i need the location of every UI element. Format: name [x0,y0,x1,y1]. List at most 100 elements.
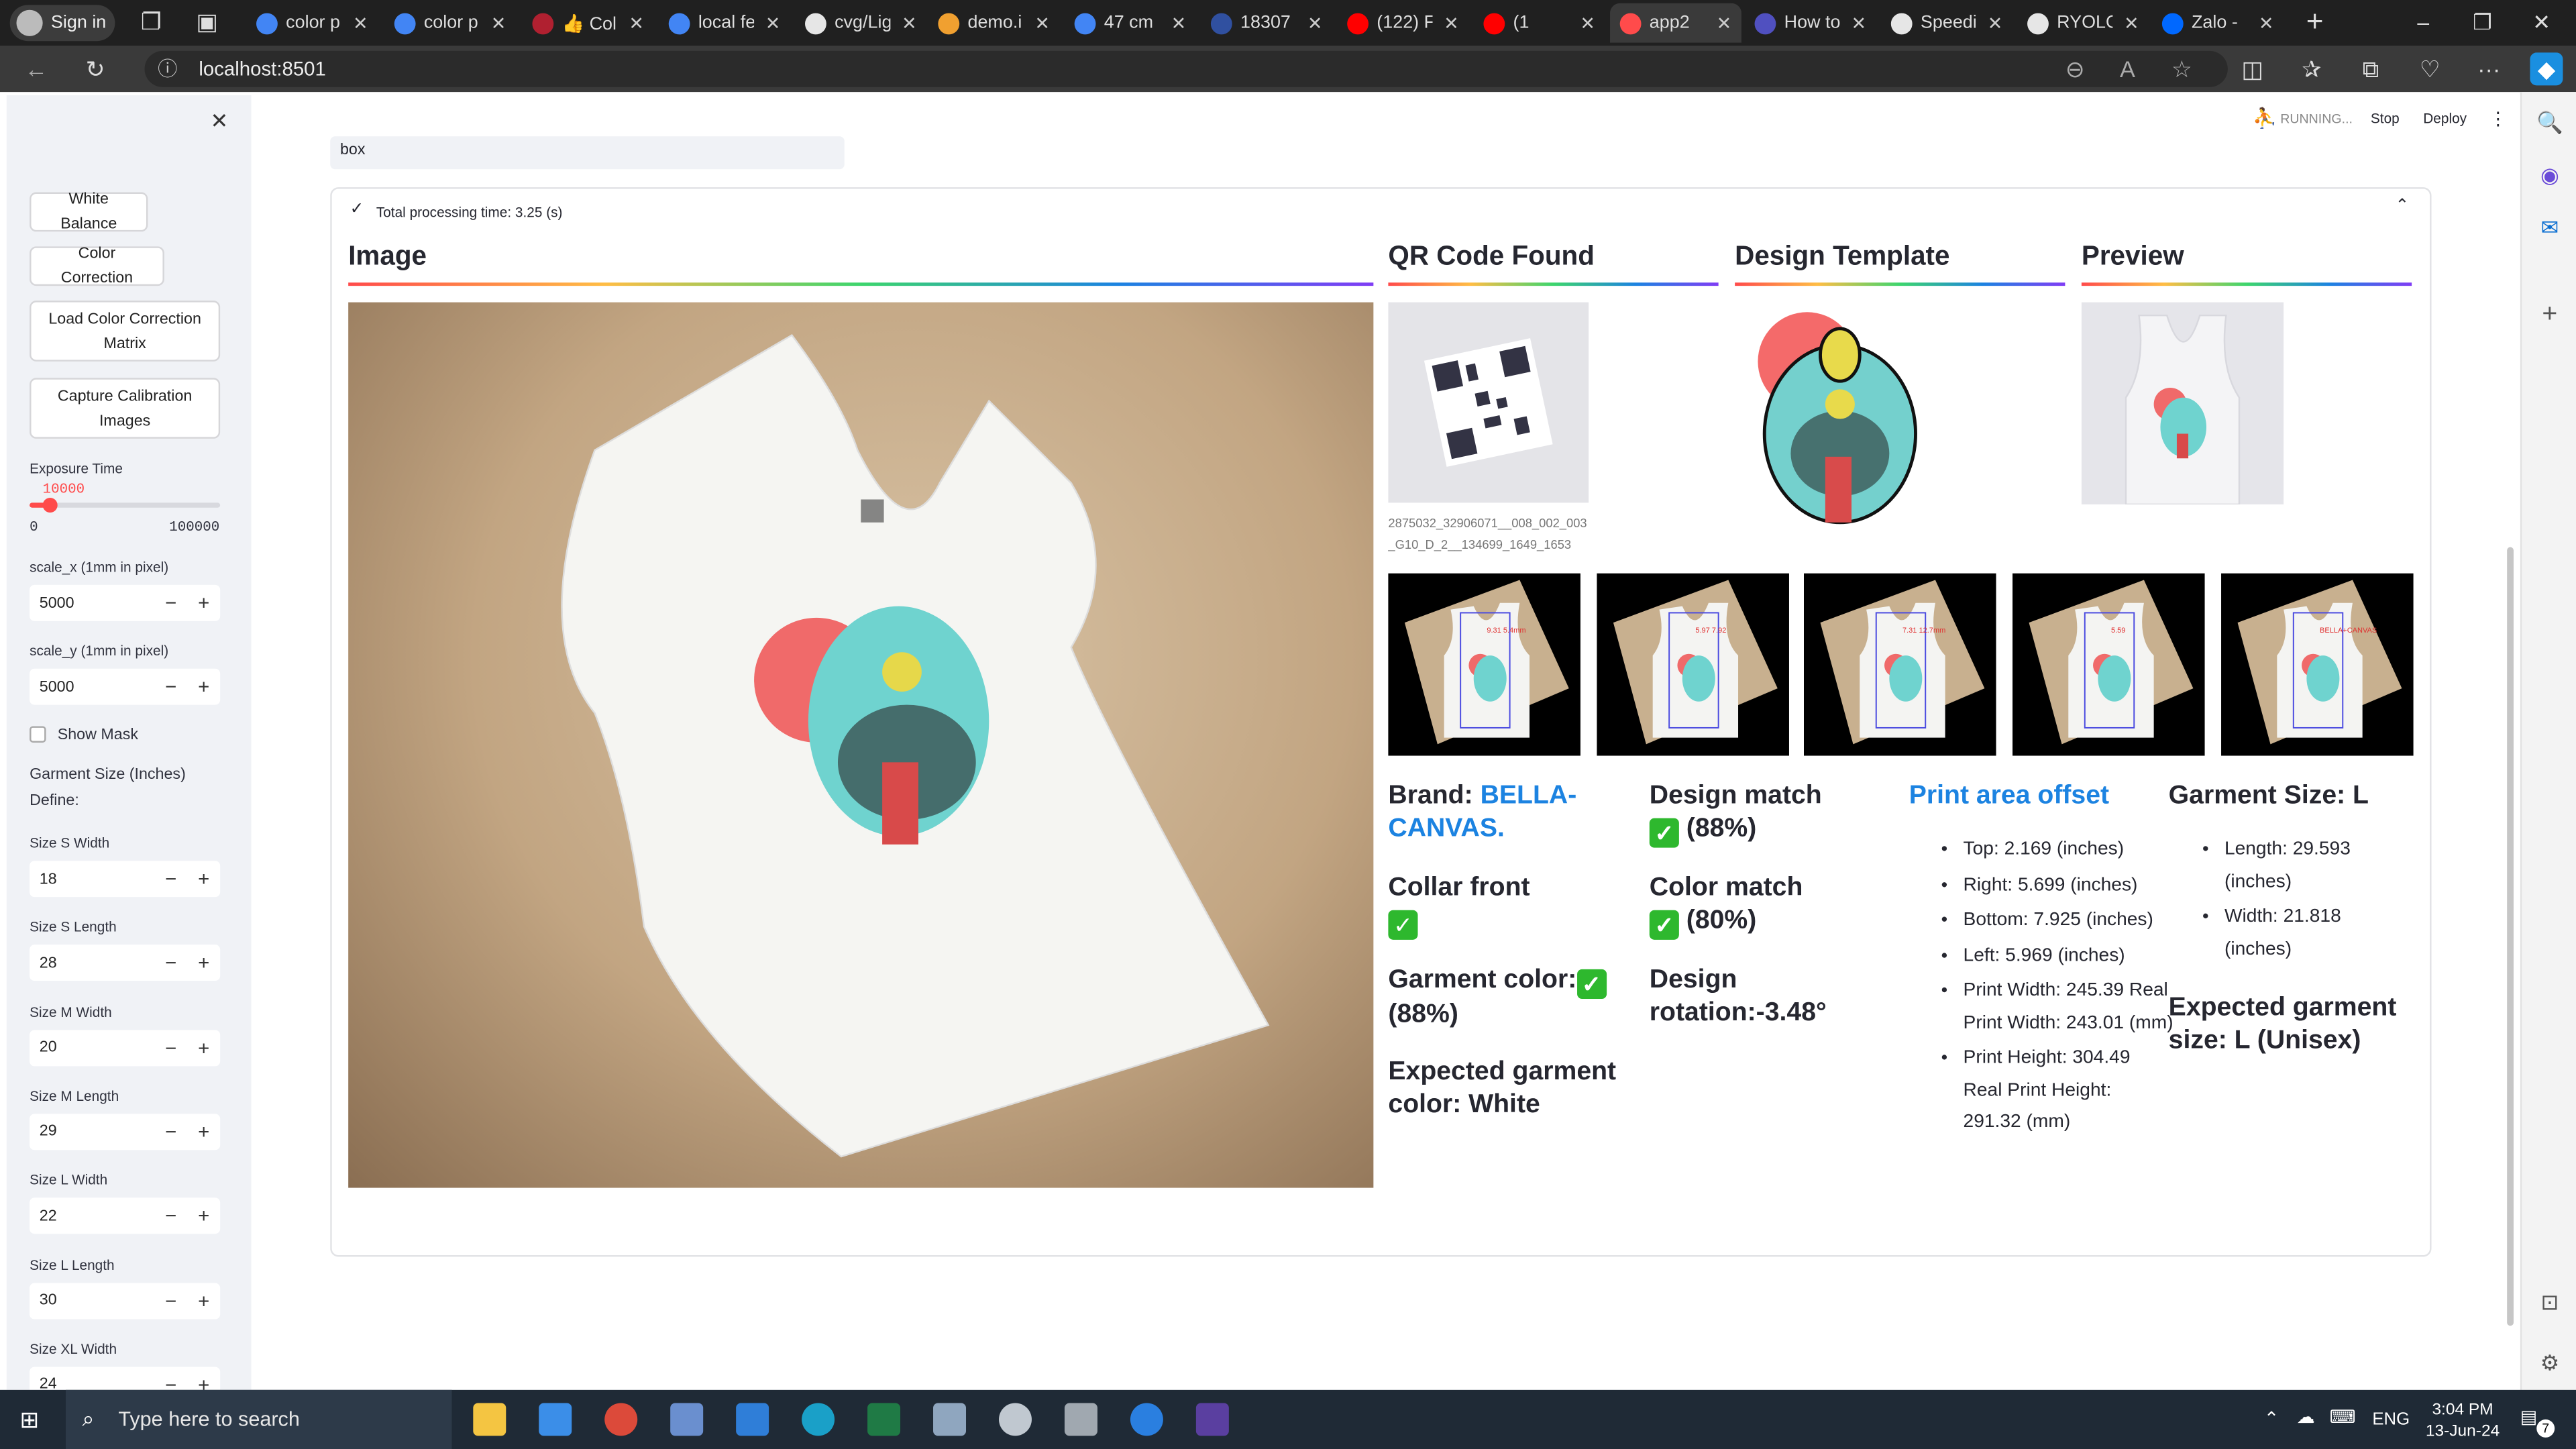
close-window-icon[interactable]: ✕ [2509,5,2575,41]
scale-y-value[interactable]: 5000 [30,678,154,696]
capture-calibration-images-button[interactable]: Capture Calibration Images [30,378,221,439]
tab-close-icon[interactable]: ✕ [1717,12,1732,34]
browser-essentials-icon[interactable]: ♡ [2414,52,2447,85]
language-indicator[interactable]: ENG [2372,1409,2410,1429]
tab-close-icon[interactable]: ✕ [765,12,781,34]
size-field-input[interactable]: 20− + [30,1029,221,1066]
chrome-icon[interactable] [604,1403,638,1436]
new-tab-icon[interactable]: + [2298,5,2331,38]
size-increment[interactable]: + [187,867,220,890]
search-icon[interactable]: 🔍 [2535,109,2565,138]
tab-close-icon[interactable]: ✕ [1307,12,1323,34]
store-icon[interactable] [539,1403,572,1436]
size-field-input[interactable]: 30− + [30,1282,221,1319]
read-aloud-icon[interactable]: A [2111,52,2144,85]
excel-icon[interactable] [867,1403,901,1436]
notification-icon[interactable]: ▤ [2520,1406,2537,1428]
collections-icon[interactable]: ⧉ [2354,52,2387,85]
scale-x-increment[interactable]: + [187,592,220,614]
size-field-value[interactable]: 30 [30,1291,154,1309]
file-explorer-icon[interactable] [473,1403,506,1436]
query-input[interactable]: box [330,136,845,170]
browser-tab[interactable]: color p ✕ [246,3,378,43]
browser-tab[interactable]: How to ✕ [1745,3,1876,43]
exposure-slider-track[interactable] [30,498,221,513]
show-mask-checkbox[interactable] [30,726,46,743]
taskbar-search-box[interactable]: ⌕ Type here to search [65,1389,452,1449]
favorites-icon[interactable]: ✰ [2295,52,2328,85]
app-icon-2[interactable] [933,1403,967,1436]
white-balance-button[interactable]: White Balance [30,191,148,233]
tab-close-icon[interactable]: ✕ [491,12,506,34]
minimize-icon[interactable]: – [2390,5,2456,41]
screenshot-icon[interactable]: ⊡ [2535,1288,2565,1318]
deploy-button[interactable]: Deploy [2423,110,2467,126]
tab-actions-icon[interactable]: ▣ [191,5,223,38]
size-field-input[interactable]: 22− + [30,1197,221,1234]
size-increment[interactable]: + [187,1205,220,1228]
browser-tab[interactable]: 47 cm ✕ [1065,3,1196,43]
app-icon-4[interactable] [1130,1403,1163,1436]
tray-chevron-icon[interactable]: ⌃ [2264,1408,2279,1429]
browser-tab[interactable]: color p ✕ [384,3,516,43]
browser-tab[interactable]: RYOLO ✕ [2017,3,2149,43]
size-decrement[interactable]: − [154,1205,187,1228]
browser-tab[interactable]: (1 ✕ [1474,3,1605,43]
size-field-input[interactable]: 18− + [30,861,221,898]
app-icon-5[interactable] [1195,1403,1229,1436]
scale-y-input[interactable]: 5000 − + [30,668,221,705]
browser-tab[interactable]: demo.i ✕ [928,3,1060,43]
calculator-icon[interactable] [1064,1403,1097,1436]
keyboard-icon[interactable]: ⌨ [2330,1406,2356,1428]
restore-icon[interactable]: ❐ [2449,5,2515,41]
size-increment[interactable]: + [187,1373,220,1390]
copilot-sidebar-icon[interactable]: ◉ [2535,161,2565,191]
size-decrement[interactable]: − [154,867,187,890]
app-icon-1[interactable] [670,1403,704,1436]
tab-close-icon[interactable]: ✕ [1851,12,1866,34]
collapse-chevron-icon[interactable]: ⌃ [2396,197,2410,215]
stop-button[interactable]: Stop [2371,110,2400,126]
size-increment[interactable]: + [187,1289,220,1311]
tab-close-icon[interactable]: ✕ [1171,12,1187,34]
url-field[interactable]: ⓘ localhost:8501 [144,50,2228,87]
site-info-icon[interactable]: ⓘ [158,51,177,87]
clock[interactable]: 3:04 PM 13-Jun-24 [2422,1400,2504,1443]
vscode-icon[interactable] [736,1403,769,1436]
tab-close-icon[interactable]: ✕ [1988,12,2003,34]
size-field-value[interactable]: 18 [30,870,154,888]
add-sidebar-app-icon[interactable]: + [2535,301,2565,330]
tab-close-icon[interactable]: ✕ [2259,12,2274,34]
size-field-value[interactable]: 20 [30,1038,154,1057]
size-decrement[interactable]: − [154,1289,187,1311]
zoom-icon[interactable]: ⊖ [2059,52,2092,85]
tab-close-icon[interactable]: ✕ [1444,12,1459,34]
browser-tab[interactable]: 18307 ✕ [1201,3,1332,43]
scale-x-value[interactable]: 5000 [30,594,154,612]
scale-y-decrement[interactable]: − [154,676,187,698]
load-color-correction-matrix-button[interactable]: Load Color Correction Matrix [30,301,221,362]
app-icon-3[interactable] [998,1403,1032,1436]
refresh-icon[interactable]: ↻ [79,52,112,85]
outlook-icon[interactable]: ✉ [2535,213,2565,243]
tab-close-icon[interactable]: ✕ [353,12,368,34]
main-scrollbar[interactable] [2507,547,2514,1326]
size-field-value[interactable]: 22 [30,1207,154,1225]
more-menu-icon[interactable]: ··· [2473,52,2506,85]
size-decrement[interactable]: − [154,1373,187,1390]
color-correction-button[interactable]: Color Correction [30,245,164,288]
workspaces-icon[interactable]: ❐ [135,5,168,38]
exposure-slider-handle[interactable] [42,498,57,513]
size-decrement[interactable]: − [154,1036,187,1059]
app-menu-icon[interactable]: ⋮ [2489,109,2507,129]
split-screen-icon[interactable]: ◫ [2236,52,2269,85]
browser-tab[interactable]: (122) F ✕ [1337,3,1468,43]
tab-close-icon[interactable]: ✕ [1034,12,1050,34]
copilot-icon[interactable]: ◆ [2530,52,2563,86]
back-icon[interactable]: ← [19,52,52,85]
tab-close-icon[interactable]: ✕ [902,12,917,34]
size-increment[interactable]: + [187,1120,220,1143]
scale-x-decrement[interactable]: − [154,592,187,614]
windows-start-icon[interactable]: ⊞ [19,1406,46,1432]
browser-tab[interactable]: Zalo - ✕ [2152,3,2284,43]
